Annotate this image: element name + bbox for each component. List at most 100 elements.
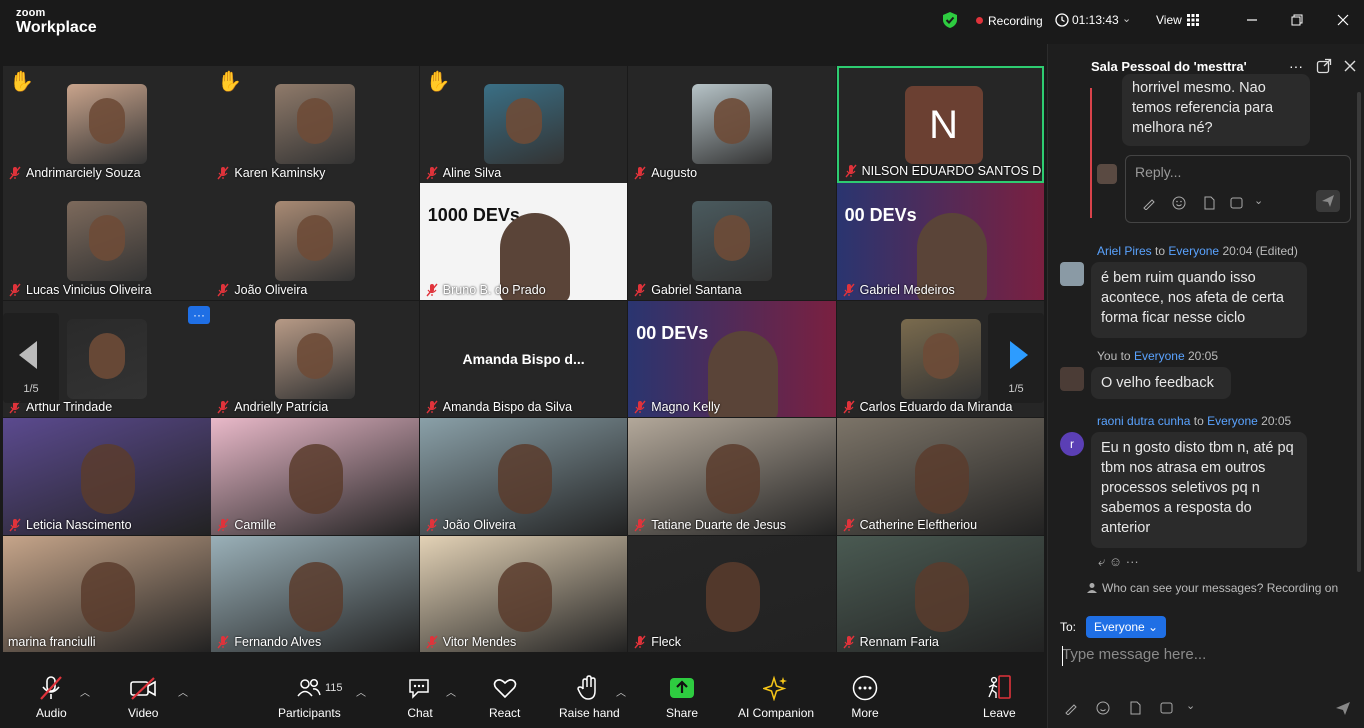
recipient-name: Everyone <box>1207 414 1258 428</box>
file-icon[interactable] <box>1128 701 1142 715</box>
screenshot-icon[interactable] <box>1160 701 1174 715</box>
file-icon[interactable] <box>1202 196 1216 210</box>
video-tile[interactable]: Gabriel Santana <box>628 183 836 300</box>
share-button[interactable]: Share <box>666 674 698 720</box>
mic-muted-icon <box>217 283 229 297</box>
privacy-notice[interactable]: Who can see your messages? Recording on <box>1102 581 1338 595</box>
more-button[interactable]: More <box>851 674 879 720</box>
mic-muted-icon <box>217 518 229 532</box>
shield-icon[interactable] <box>941 11 959 29</box>
video-tile[interactable]: Fleck <box>628 535 836 653</box>
audio-button[interactable]: Audio <box>36 674 67 720</box>
emoji-icon[interactable] <box>1096 701 1110 715</box>
participant-name: Rennam Faria <box>859 635 939 650</box>
video-tile[interactable]: Tatiane Duarte de Jesus <box>628 418 836 535</box>
leave-button[interactable]: Leave <box>983 674 1016 720</box>
participant-name: João Oliveira <box>442 517 516 532</box>
view-button[interactable]: View <box>1156 13 1182 27</box>
video-tile[interactable]: João Oliveira <box>419 418 628 535</box>
participant-silhouette <box>706 444 761 515</box>
prev-page-button[interactable]: 1/5 <box>3 313 59 403</box>
send-icon[interactable] <box>1334 700 1352 716</box>
chevron-down-icon[interactable]: ⌄ <box>1186 699 1195 712</box>
chat-options-icon[interactable]: ︿ <box>446 684 456 699</box>
participant-name: Augusto <box>651 165 698 180</box>
hand-icon <box>575 674 603 702</box>
to-word: to <box>1155 244 1166 258</box>
reply-input[interactable]: Reply... ⌄ <box>1125 155 1351 223</box>
recipient-dropdown[interactable]: Everyone ⌄ <box>1086 616 1167 638</box>
sender-name[interactable]: raoni dutra cunha <box>1097 414 1190 428</box>
chevron-down-icon[interactable]: ⌄ <box>1254 194 1263 207</box>
participant-name: Vitor Mendes <box>442 635 517 650</box>
sender-name[interactable]: Ariel Pires <box>1097 244 1152 258</box>
message-actions[interactable]: ⤶ ☺ ··· <box>1098 554 1139 570</box>
video-tile[interactable]: 00 DEVs Magno Kelly <box>628 300 836 418</box>
video-tile[interactable]: Vitor Mendes <box>419 535 628 653</box>
participants-options-icon[interactable]: ︿ <box>356 684 366 699</box>
mic-muted-icon <box>843 400 855 414</box>
video-tile[interactable]: Fernando Alves <box>211 535 419 653</box>
message-time: 20:05 <box>1261 414 1292 428</box>
video-tile[interactable]: 1000 DEVs Bruno B. do Prado <box>419 183 628 300</box>
video-button[interactable]: Video <box>128 674 158 720</box>
participant-name-row: marina franciulli <box>8 635 96 649</box>
chevron-down-icon[interactable]: ⌄ <box>1122 12 1131 25</box>
video-tile[interactable]: 00 DEVs Gabriel Medeiros <box>836 183 1045 300</box>
video-tile[interactable]: Camille <box>211 418 419 535</box>
participant-silhouette <box>89 332 125 379</box>
participant-silhouette <box>89 98 125 144</box>
leave-icon <box>985 674 1013 702</box>
participant-name: Leticia Nascimento <box>26 517 132 532</box>
send-reply-button[interactable] <box>1316 190 1340 212</box>
participants-button[interactable]: Participants <box>278 674 341 720</box>
video-tile[interactable]: Andrielly Patrícia <box>211 300 419 418</box>
video-tile[interactable]: ✋ Aline Silva <box>419 66 628 183</box>
format-icon[interactable] <box>1142 196 1156 210</box>
more-options-icon[interactable]: ··· <box>1289 58 1305 74</box>
quoted-line: temos referencia para <box>1132 100 1274 116</box>
minimize-icon[interactable] <box>1242 10 1262 30</box>
restore-icon[interactable] <box>1287 10 1307 30</box>
emoji-icon[interactable] <box>1172 196 1186 210</box>
ai-companion-button[interactable]: AI Companion <box>738 674 814 720</box>
video-options-icon[interactable]: ︿ <box>178 684 188 699</box>
tile-options-button[interactable]: ··· <box>188 306 210 324</box>
chat-button[interactable]: Chat <box>406 674 434 720</box>
next-page-button[interactable]: 1/5 <box>988 313 1044 403</box>
video-tile[interactable]: Lucas Vinicius Oliveira <box>3 183 211 300</box>
participant-name-row: João Oliveira <box>216 283 307 297</box>
video-tile[interactable]: ✋ Andrimarciely Souza <box>3 66 211 183</box>
video-tile[interactable]: Catherine Eleftheriou <box>836 418 1045 535</box>
participant-name: Magno Kelly <box>651 400 720 415</box>
avatar-initial: N <box>904 86 983 164</box>
raise-hand-button[interactable]: Raise hand <box>559 674 620 720</box>
screenshot-icon[interactable] <box>1230 196 1244 210</box>
video-tile[interactable]: Rennam Faria <box>836 535 1045 653</box>
more-icon <box>851 674 879 702</box>
video-tile[interactable]: marina franciulli <box>3 535 211 653</box>
video-tile[interactable]: N NILSON EDUARDO SANTOS DE ... <box>836 66 1045 183</box>
react-button[interactable]: React <box>489 674 520 720</box>
arrow-right-icon <box>1010 341 1028 369</box>
raised-hand-icon: ✋ <box>425 71 451 93</box>
chat-scrollbar[interactable] <box>1357 92 1361 572</box>
video-tile[interactable]: ✋ Karen Kaminsky <box>211 66 419 183</box>
pop-out-icon[interactable] <box>1316 58 1332 74</box>
avatar: r <box>1060 432 1084 456</box>
text-cursor <box>1062 646 1063 666</box>
raise-hand-options-icon[interactable]: ︿ <box>616 684 626 699</box>
message-input[interactable]: Type message here... <box>1062 646 1206 663</box>
close-icon[interactable] <box>1333 10 1353 30</box>
video-banner-text: 00 DEVs <box>636 322 709 343</box>
recording-label[interactable]: Recording <box>988 14 1043 28</box>
close-chat-icon[interactable] <box>1342 58 1358 74</box>
video-tile[interactable]: Leticia Nascimento <box>3 418 211 535</box>
participant-name-row: Bruno B. do Prado <box>425 283 546 297</box>
video-tile[interactable]: Augusto <box>628 66 836 183</box>
video-tile[interactable]: Amanda Bispo d... Amanda Bispo da Silva <box>419 300 628 418</box>
format-icon[interactable] <box>1064 701 1078 715</box>
video-tile[interactable]: João Oliveira <box>211 183 419 300</box>
grid-view-icon[interactable] <box>1187 14 1199 26</box>
audio-options-icon[interactable]: ︿ <box>80 684 90 699</box>
